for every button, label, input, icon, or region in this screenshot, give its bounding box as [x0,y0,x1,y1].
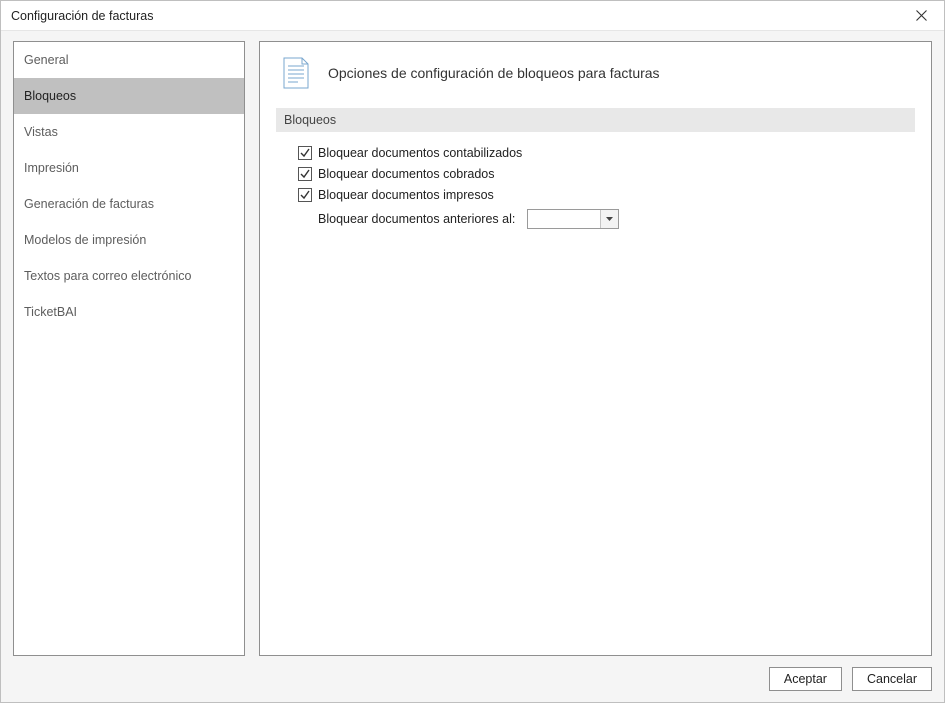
sidebar-item-label: Bloqueos [24,89,76,103]
main-header: Opciones de configuración de bloqueos pa… [276,56,915,90]
checkbox-label: Bloquear documentos cobrados [318,167,495,181]
panels: General Bloqueos Vistas Impresión Genera… [13,41,932,656]
options-group: Bloquear documentos contabilizados Bloqu… [276,142,915,231]
close-icon [916,10,927,21]
button-label: Cancelar [867,672,917,686]
date-label: Bloquear documentos anteriores al: [298,212,515,226]
sidebar-item-general[interactable]: General [14,42,244,78]
sidebar-item-label: Vistas [24,125,58,139]
button-label: Aceptar [784,672,827,686]
sidebar-item-label: Modelos de impresión [24,233,146,247]
checkbox-label: Bloquear documentos impresos [318,188,494,202]
sidebar-item-label: TicketBAI [24,305,77,319]
sidebar-item-bloqueos[interactable]: Bloqueos [14,78,244,114]
titlebar: Configuración de facturas [1,1,944,31]
dialog-window: Configuración de facturas General Bloque… [0,0,945,703]
date-picker[interactable] [527,209,619,229]
sidebar-item-textos-correo[interactable]: Textos para correo electrónico [14,258,244,294]
checkbox-bloquear-impresos[interactable]: Bloquear documentos impresos [298,184,915,205]
sidebar-item-label: Textos para correo electrónico [24,269,191,283]
window-title: Configuración de facturas [11,9,898,23]
dialog-footer: Aceptar Cancelar [13,656,932,694]
main-panel: Opciones de configuración de bloqueos pa… [259,41,932,656]
checkbox-bloquear-cobrados[interactable]: Bloquear documentos cobrados [298,163,915,184]
sidebar-item-ticketbai[interactable]: TicketBAI [14,294,244,330]
checkbox-icon [298,167,312,181]
sidebar-item-label: Generación de facturas [24,197,154,211]
sidebar-item-impresion[interactable]: Impresión [14,150,244,186]
document-icon [282,56,310,90]
accept-button[interactable]: Aceptar [769,667,842,691]
main-title: Opciones de configuración de bloqueos pa… [328,65,660,81]
chevron-down-icon [606,217,613,221]
section-header: Bloqueos [276,108,915,132]
date-row: Bloquear documentos anteriores al: [298,207,915,231]
checkbox-icon [298,188,312,202]
checkbox-label: Bloquear documentos contabilizados [318,146,522,160]
sidebar-item-vistas[interactable]: Vistas [14,114,244,150]
cancel-button[interactable]: Cancelar [852,667,932,691]
sidebar-item-modelos-impresion[interactable]: Modelos de impresión [14,222,244,258]
close-button[interactable] [898,1,944,31]
sidebar-item-label: Impresión [24,161,79,175]
date-picker-dropdown-button[interactable] [600,210,618,228]
checkbox-bloquear-contabilizados[interactable]: Bloquear documentos contabilizados [298,142,915,163]
dialog-body: General Bloqueos Vistas Impresión Genera… [1,31,944,702]
checkbox-icon [298,146,312,160]
sidebar: General Bloqueos Vistas Impresión Genera… [13,41,245,656]
date-picker-value [528,210,600,228]
sidebar-item-label: General [24,53,68,67]
sidebar-item-generacion-facturas[interactable]: Generación de facturas [14,186,244,222]
